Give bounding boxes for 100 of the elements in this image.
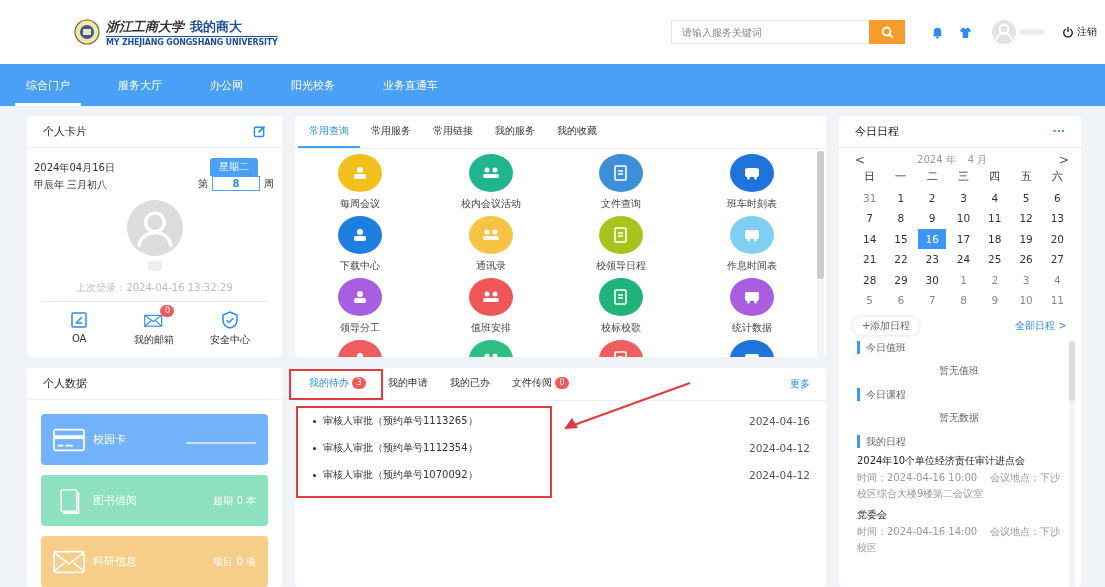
service-icon[interactable] bbox=[338, 216, 383, 254]
service-label[interactable]: 校内会议活动 bbox=[460, 197, 521, 211]
quick-link[interactable]: OA bbox=[44, 304, 115, 347]
avatar-icon bbox=[126, 200, 183, 256]
bullet-icon bbox=[313, 473, 316, 477]
calendar-day[interactable]: 4 bbox=[983, 187, 1006, 208]
calendar-day[interactable]: 3 bbox=[952, 187, 975, 208]
task-link[interactable]: 审核人审批（预约单号1113265） bbox=[323, 414, 742, 428]
section-title: 今日课程 bbox=[857, 387, 1061, 401]
calendar-day[interactable]: 23 bbox=[921, 249, 944, 270]
service-icon[interactable] bbox=[468, 278, 513, 316]
calendar-day[interactable]: 6 bbox=[889, 290, 912, 311]
service-label[interactable]: 下载中心 bbox=[340, 259, 381, 273]
services-tab[interactable]: 我的服务 bbox=[484, 116, 546, 148]
calendar-day[interactable]: 30 bbox=[921, 269, 944, 290]
service-label[interactable]: 通讯录 bbox=[475, 259, 506, 273]
calendar-day[interactable]: 5 bbox=[1015, 187, 1038, 208]
logout-button[interactable]: 注销 bbox=[1062, 25, 1097, 39]
calendar-day[interactable]: 8 bbox=[952, 290, 975, 311]
calendar-day[interactable]: 24 bbox=[952, 249, 975, 270]
tasks-tab[interactable]: 我的申请 bbox=[378, 368, 438, 400]
more-link[interactable]: 更多 bbox=[790, 368, 826, 400]
weekday-header: 三 bbox=[957, 169, 970, 185]
service-label[interactable]: 文件查询 bbox=[601, 197, 642, 211]
service-icon[interactable] bbox=[729, 278, 774, 316]
calendar-day[interactable]: 13 bbox=[1046, 208, 1069, 229]
service-icon[interactable] bbox=[338, 278, 383, 316]
calendar-day[interactable]: 7 bbox=[921, 290, 944, 311]
calendar-day[interactable]: 7 bbox=[858, 208, 881, 229]
calendar-day[interactable]: 14 bbox=[858, 228, 881, 249]
calendar-day[interactable]: 17 bbox=[952, 228, 975, 249]
next-month-button[interactable]: > bbox=[1058, 153, 1069, 167]
card-icon bbox=[53, 426, 85, 453]
calendar-day[interactable]: 11 bbox=[1046, 290, 1069, 311]
service-icon[interactable] bbox=[599, 216, 644, 254]
calendar-day[interactable]: 25 bbox=[983, 249, 1006, 270]
search-field[interactable]: 请输入服务关键词 bbox=[671, 20, 869, 44]
calendar-day[interactable]: 5 bbox=[858, 290, 881, 311]
empty-text: 暂无值班 bbox=[938, 363, 980, 378]
service-label[interactable]: 校领导日程 bbox=[596, 259, 647, 273]
bell-icon[interactable] bbox=[931, 25, 944, 39]
scrollbar-thumb[interactable] bbox=[817, 151, 824, 279]
section-title: 我的日程 bbox=[857, 434, 1061, 448]
event-title: 党委会 bbox=[857, 507, 888, 522]
previous-month-button[interactable]: < bbox=[855, 153, 866, 167]
calendar-day[interactable]: 11 bbox=[983, 208, 1006, 229]
service-label[interactable]: 班车时刻表 bbox=[726, 197, 777, 211]
calendar-day[interactable]: 9 bbox=[921, 208, 944, 229]
calendar-day[interactable]: 15 bbox=[889, 228, 912, 249]
calendar-day[interactable]: 10 bbox=[952, 208, 975, 229]
calendar-day[interactable]: 1 bbox=[889, 187, 912, 208]
calendar-day[interactable]: 27 bbox=[1046, 249, 1069, 270]
service-icon[interactable] bbox=[599, 278, 644, 316]
calendar-day[interactable]: 1 bbox=[952, 269, 975, 290]
calendar-day[interactable]: 2 bbox=[983, 269, 1006, 290]
services-tab[interactable]: 常用链接 bbox=[422, 116, 484, 148]
service-label[interactable]: 值班安排 bbox=[470, 321, 511, 335]
shirt-icon[interactable] bbox=[959, 25, 972, 39]
task-link[interactable]: 审核人审批（预约单号1112354） bbox=[323, 441, 742, 455]
calendar-day[interactable]: 21 bbox=[858, 249, 881, 270]
calendar-day[interactable]: 29 bbox=[889, 269, 912, 290]
calendar-day[interactable]: 9 bbox=[983, 290, 1006, 311]
service-icon[interactable] bbox=[729, 154, 774, 192]
calendar-day[interactable]: 19 bbox=[1015, 228, 1038, 249]
calendar-day[interactable]: 2 bbox=[921, 187, 944, 208]
tasks-tab[interactable]: 我的已办 bbox=[440, 368, 500, 400]
calendar-day[interactable]: 22 bbox=[889, 249, 912, 270]
service-label[interactable]: 作息时间表 bbox=[726, 259, 777, 273]
task-date: 2024-04-16 bbox=[748, 415, 810, 427]
calendar-day[interactable]: 20 bbox=[1046, 228, 1069, 249]
calendar-day[interactable]: 31 bbox=[858, 187, 881, 208]
service-label[interactable]: 每周会议 bbox=[340, 197, 381, 211]
calendar-day[interactable]: 10 bbox=[1015, 290, 1038, 311]
edit-icon[interactable] bbox=[253, 125, 266, 138]
service-label[interactable]: 校标校歌 bbox=[601, 321, 642, 335]
calendar-day[interactable]: 6 bbox=[1046, 187, 1069, 208]
task-link[interactable]: 审核人审批（预约单号1070092） bbox=[323, 468, 742, 482]
service-label[interactable]: 统计数据 bbox=[731, 321, 772, 335]
calendar-day[interactable]: 28 bbox=[858, 269, 881, 290]
calendar-day[interactable]: 26 bbox=[1015, 249, 1038, 270]
services-tab[interactable]: 常用服务 bbox=[360, 116, 422, 148]
calendar-month: 4 月 bbox=[967, 153, 988, 167]
calendar-day[interactable]: 12 bbox=[1015, 208, 1038, 229]
add-schedule-button[interactable]: +添加日程 bbox=[853, 316, 920, 335]
notepad-icon bbox=[69, 310, 90, 330]
calendar-day[interactable]: 18 bbox=[983, 228, 1006, 249]
quick-link[interactable]: 安全中心 bbox=[194, 304, 265, 347]
weekday-header: 日 bbox=[863, 169, 877, 185]
service-icon[interactable] bbox=[468, 154, 513, 192]
service-icon[interactable] bbox=[599, 154, 644, 192]
services-tab[interactable]: 常用查询 bbox=[298, 116, 360, 148]
service-label[interactable]: 领导分工 bbox=[340, 321, 381, 335]
calendar-day[interactable]: 3 bbox=[1015, 269, 1038, 290]
task-date: 2024-04-12 bbox=[748, 469, 810, 481]
calendar-day[interactable]: 4 bbox=[1046, 269, 1069, 290]
search-button[interactable] bbox=[869, 20, 905, 44]
scrollbar-thumb[interactable] bbox=[1069, 340, 1075, 401]
all-schedules-link[interactable]: 全部日程 > bbox=[1015, 318, 1067, 333]
services-tab[interactable]: 我的收藏 bbox=[546, 116, 608, 148]
calendar-day[interactable]: 8 bbox=[889, 208, 912, 229]
